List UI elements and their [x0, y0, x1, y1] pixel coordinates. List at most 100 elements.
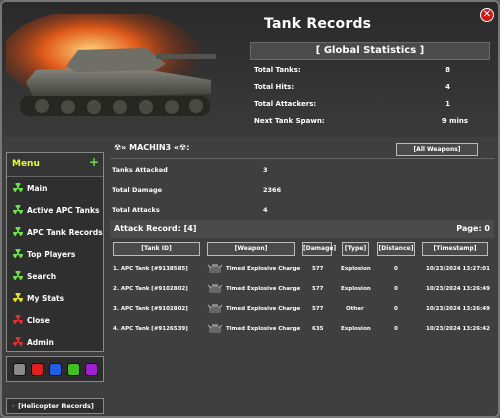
table-row: 3. APC Tank [#9102802] Timed Explosive C…: [110, 300, 494, 320]
distance-cell: 0: [394, 306, 398, 312]
radiation-icon: [13, 183, 23, 193]
tank-records-window: Tank Records ✕ [ Global Statistics ] Tot…: [0, 0, 500, 418]
sidebar-item-label: APC Tank Records: [27, 228, 103, 237]
sidebar-item-main[interactable]: Main: [7, 177, 103, 199]
sidebar-item-close[interactable]: Close: [7, 309, 103, 331]
sidebar-item-label: Main: [27, 184, 48, 193]
type-cell: Explosion: [341, 266, 371, 272]
sidebar-item-label: Top Players: [27, 250, 76, 259]
global-statistics-panel: [ Global Statistics ] Total Tanks: 8 Tot…: [250, 42, 490, 128]
stat-label: Total Attackers:: [254, 100, 317, 108]
tank-id-cell: 2. APC Tank [#9102802]: [113, 286, 188, 292]
player-stat-value: 2366: [263, 186, 282, 194]
tank-id-cell: 4. APC Tank [#9126539]: [113, 326, 188, 332]
distance-cell: 0: [394, 326, 398, 332]
sidebar-item-search[interactable]: Search: [7, 265, 103, 287]
sidebar-item-top-players[interactable]: Top Players: [7, 243, 103, 265]
column-header-type[interactable]: [Type]: [342, 242, 369, 256]
stat-total-attackers: Total Attackers: 1: [250, 94, 490, 111]
stat-next-tank-spawn: Next Tank Spawn: 9 mins: [250, 111, 490, 128]
type-cell: Explosion: [341, 286, 371, 292]
stat-value: 4: [445, 83, 450, 91]
radiation-icon: [13, 293, 23, 303]
radiation-icon: [13, 249, 23, 259]
column-header-damage[interactable]: [Damage]: [302, 242, 336, 256]
swatch-blue[interactable]: [49, 363, 62, 376]
explosive-charge-icon: [207, 264, 223, 273]
explosive-charge-icon: [207, 324, 223, 333]
sidebar-item-active-apc-tanks[interactable]: Active APC Tanks: [7, 199, 103, 221]
player-stat-label: Tanks Attacked: [112, 166, 168, 174]
swatch-gray[interactable]: [13, 363, 26, 376]
stat-label: Next Tank Spawn:: [254, 117, 325, 125]
swatch-green[interactable]: [67, 363, 80, 376]
global-statistics-heading: [ Global Statistics ]: [250, 42, 490, 60]
type-cell: Explosion: [341, 326, 371, 332]
stat-label: Total Hits:: [254, 83, 295, 91]
helicopter-records-label: [Helicopter Records]: [18, 402, 94, 410]
explosive-charge-icon: [207, 284, 223, 293]
menu-title: Menu: [12, 159, 40, 169]
player-stat-label: Total Attacks: [112, 206, 160, 214]
weapon-cell: Timed Explosive Charge: [226, 286, 301, 292]
player-stat-value: 4: [263, 206, 268, 214]
stat-value: 1: [445, 100, 450, 108]
stat-total-hits: Total Hits: 4: [250, 77, 490, 94]
stat-value: 9 mins: [441, 117, 468, 125]
player-stat-value: 3: [263, 166, 268, 174]
timestamp-cell: 10/23/2024 13:26:49: [426, 286, 490, 292]
table-row: 1. APC Tank [#9138585] Timed Explosive C…: [110, 260, 494, 280]
radiation-icon: [13, 227, 23, 237]
close-button[interactable]: ✕: [480, 8, 494, 22]
sidebar-item-label: Search: [27, 272, 57, 281]
timestamp-cell: 10/23/2024 13:26:49: [426, 306, 490, 312]
column-header-weapon[interactable]: [Weapon]: [207, 242, 295, 256]
distance-cell: 0: [394, 266, 398, 272]
radiation-icon: [13, 271, 23, 281]
bullet-icon: ◦: [11, 402, 16, 410]
sidebar-item-label: My Stats: [27, 294, 65, 303]
sidebar-item-label: Admin: [27, 338, 54, 347]
player-name: ☢» MACHIN3 «☢:: [114, 143, 190, 152]
attack-record-label: Attack Record: [4]: [114, 224, 197, 233]
radiation-icon: [13, 315, 23, 325]
sidebar-item-label: Active APC Tanks: [27, 206, 100, 215]
player-header: ☢» MACHIN3 «☢: [All Weapons]: [110, 139, 494, 159]
stat-value: 8: [445, 66, 450, 74]
sidebar-item-apc-tank-records[interactable]: APC Tank Records: [7, 221, 103, 243]
tank-id-cell: 3. APC Tank [#9102802]: [113, 306, 188, 312]
column-header-timestamp[interactable]: [Timestamp]: [422, 242, 488, 256]
sidebar-item-admin[interactable]: Admin: [7, 331, 103, 353]
sidebar-item-my-stats[interactable]: My Stats: [7, 287, 103, 309]
radiation-icon: [13, 337, 23, 347]
weapon-cell: Timed Explosive Charge: [226, 266, 301, 272]
plus-icon[interactable]: +: [89, 155, 99, 169]
helicopter-records-button[interactable]: ◦ [Helicopter Records]: [6, 398, 104, 414]
damage-cell: 635: [312, 326, 324, 332]
type-cell: Other: [346, 306, 364, 312]
attack-record-bar: Attack Record: [4] Page: 0: [110, 220, 494, 238]
radiation-icon: [13, 205, 23, 215]
swatch-red[interactable]: [31, 363, 44, 376]
color-swatch-bar: [6, 356, 104, 382]
timestamp-cell: 10/23/2024 13:26:42: [426, 326, 490, 332]
stat-total-tanks: Total Tanks: 8: [250, 60, 490, 77]
tank-id-cell: 1. APC Tank [#9138585]: [113, 266, 188, 272]
page-indicator: Page: 0: [456, 224, 490, 233]
distance-cell: 0: [394, 286, 398, 292]
timestamp-cell: 10/23/2024 13:27:01: [426, 266, 490, 272]
tank-illustration: [6, 14, 216, 116]
damage-cell: 577: [312, 286, 324, 292]
all-weapons-button[interactable]: [All Weapons]: [396, 143, 478, 156]
sidebar-menu: Menu + Main Active APC Tanks APC Tank Reco…: [6, 152, 104, 352]
explosive-charge-icon: [207, 304, 223, 313]
swatch-purple[interactable]: [85, 363, 98, 376]
damage-cell: 577: [312, 306, 324, 312]
table-row: 2. APC Tank [#9102802] Timed Explosive C…: [110, 280, 494, 300]
sidebar-item-label: Close: [27, 316, 50, 325]
column-header-tank-id[interactable]: [Tank ID]: [113, 242, 200, 256]
weapon-cell: Timed Explosive Charge: [226, 306, 301, 312]
player-stat-label: Total Damage: [112, 186, 163, 194]
window-title: Tank Records: [264, 16, 372, 32]
column-header-distance[interactable]: [Distance]: [377, 242, 415, 256]
